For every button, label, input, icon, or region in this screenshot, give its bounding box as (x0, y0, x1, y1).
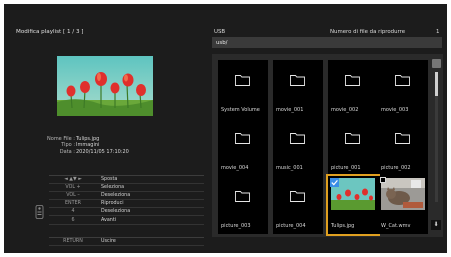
tile-label: picture_002 (381, 165, 411, 171)
scroll-up-button[interactable] (432, 59, 441, 68)
folder-icon (235, 75, 250, 86)
file-details: Nome File : Tulips.jpg Tipo : Immagini D… (44, 136, 129, 155)
detail-row: Data : 2020/11/05 17:10:20 (44, 149, 129, 155)
help-key: ENTER (65, 201, 81, 207)
tile-label: picture_001 (331, 165, 361, 171)
path-bar: usb/ (212, 37, 442, 48)
left-pane: Modifica playlist [ 1 / 3 ] Nome File: … (4, 4, 208, 253)
playlist-title: Modifica playlist [ 1 / 3 ] (16, 29, 84, 35)
file-count-value: 1 (436, 29, 440, 35)
help-row-next: 6 Avanti (49, 216, 204, 225)
folder-icon (345, 75, 360, 86)
folder-tile[interactable]: picture_002 (378, 118, 428, 176)
help-row-spacer (49, 225, 204, 238)
scroll-down-chevron-icon[interactable]: ⬇ (431, 220, 441, 230)
folder-tile[interactable]: picture_003 (218, 176, 268, 234)
playlist-editor-screen: Modifica playlist [ 1 / 3 ] Nome File: … (4, 4, 447, 253)
video-tile[interactable]: W_Cat.wmv (378, 176, 428, 234)
help-row-exit: RETURN Uscire (49, 238, 204, 246)
help-action: Seleziona (101, 185, 125, 191)
help-action: Uscire (101, 238, 116, 244)
image-tile-selected[interactable]: Tulips.jpg (326, 174, 380, 236)
folder-tile[interactable]: movie_004 (218, 118, 268, 176)
help-action: Riproduci (101, 201, 124, 207)
help-key: VOL – (66, 193, 80, 199)
cat-video-thumbnail (381, 178, 425, 210)
source-label: USB (214, 29, 226, 35)
folder-icon (235, 133, 250, 144)
tile-label: music_001 (276, 165, 303, 171)
checked-checkbox-icon (330, 178, 339, 187)
help-action: Deseleziona (101, 193, 131, 199)
help-key: RETURN (63, 238, 83, 244)
help-row-deselect-4: 4 Deseleziona (49, 208, 204, 217)
key-help-table: ◄ ▲▼ ► Sposta VOL + Seleziona VOL – Dese… (49, 175, 204, 246)
unchecked-checkbox-icon (380, 177, 386, 183)
help-row-play: ENTER Riproduci (49, 200, 204, 209)
tulips-preview-picture (57, 56, 153, 116)
help-action: Deseleziona (101, 209, 131, 215)
help-row-deselect: VOL – Deseleziona (49, 192, 204, 201)
detail-key: Data : (59, 148, 75, 155)
folder-tile[interactable]: picture_004 (273, 176, 323, 234)
file-browser-grid: System Volume movie_001 movie_002 movie_… (212, 54, 443, 237)
folder-tile[interactable]: movie_003 (378, 60, 428, 118)
help-key: VOL + (65, 185, 81, 191)
folder-icon (345, 133, 360, 144)
folder-tile[interactable]: movie_002 (328, 60, 378, 118)
folder-icon (290, 191, 305, 202)
preview-image (57, 56, 153, 116)
help-key: ◄ ▲▼ ► (64, 177, 82, 183)
tile-label: W_Cat.wmv (381, 223, 411, 229)
folder-tile[interactable]: System Volume (218, 60, 268, 118)
remote-control-icon (35, 205, 44, 219)
help-row-select: VOL + Seleziona (49, 184, 204, 193)
tile-label: picture_004 (276, 223, 306, 229)
help-key: 6 (71, 217, 75, 223)
scrollbar-track[interactable] (435, 72, 438, 202)
tile-label: movie_003 (381, 107, 409, 113)
folder-icon (290, 75, 305, 86)
folder-icon (235, 191, 250, 202)
folder-tile[interactable]: music_001 (273, 118, 323, 176)
help-action: Sposta (101, 177, 118, 183)
tile-label: Tulips.jpg (331, 223, 355, 229)
detail-value: 2020/11/05 17:10:20 (76, 148, 129, 155)
tile-label: movie_004 (221, 165, 249, 171)
tile-label: picture_003 (221, 223, 251, 229)
folder-icon (395, 75, 410, 86)
folder-icon (395, 133, 410, 144)
folder-tile[interactable]: movie_001 (273, 60, 323, 118)
tile-label: System Volume (221, 107, 260, 113)
help-key: 4 (71, 209, 75, 215)
folder-icon (290, 133, 305, 144)
tile-label: movie_001 (276, 107, 304, 113)
folder-tile[interactable]: picture_001 (328, 118, 378, 176)
tile-label: movie_002 (331, 107, 359, 113)
cat-thumbnail-picture (381, 178, 425, 210)
help-action: Avanti (101, 217, 117, 223)
scrollbar-thumb[interactable] (435, 72, 438, 96)
help-row-move: ◄ ▲▼ ► Sposta (49, 176, 204, 185)
file-count-label: Numero di file da riprodurre (330, 29, 406, 35)
